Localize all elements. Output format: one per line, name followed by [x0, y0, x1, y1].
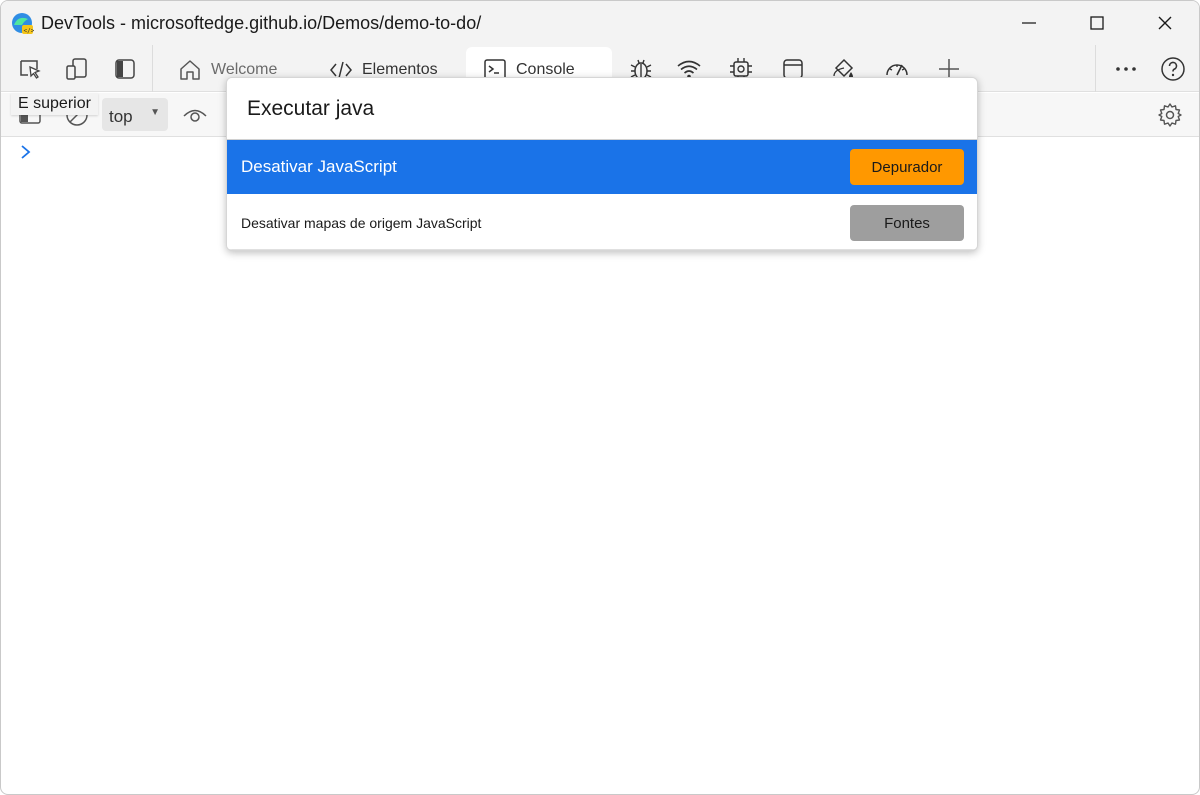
command-category-badge: Fontes	[850, 205, 964, 241]
minimize-icon	[1022, 22, 1036, 24]
svg-text:</>: </>	[24, 28, 35, 35]
maximize-icon	[1090, 16, 1104, 30]
help-button[interactable]	[1159, 55, 1187, 83]
devtools-window: </> DevTools - microsoftedge.github.io/D…	[0, 0, 1200, 795]
close-icon	[1158, 16, 1172, 30]
tab-separator	[1095, 45, 1096, 92]
help-icon	[1161, 57, 1185, 81]
device-icon	[66, 58, 87, 80]
live-expression-button[interactable]	[181, 101, 209, 129]
chevron-down-icon: ▼	[150, 107, 160, 118]
device-emulation-button[interactable]	[63, 55, 91, 83]
home-icon	[180, 59, 200, 80]
javascript-context-select[interactable]: top ▼	[102, 98, 168, 131]
command-item-label: Desativar mapas de origem JavaScript	[241, 214, 482, 231]
command-item-disable-javascript[interactable]: Desativar JavaScript Depurador	[227, 140, 977, 194]
more-horizontal-icon	[1116, 67, 1136, 71]
tab-elements-label: Elementos	[362, 60, 438, 78]
context-value: top	[109, 107, 133, 126]
console-settings-button[interactable]	[1156, 101, 1184, 129]
command-menu-input[interactable]	[227, 78, 977, 140]
gear-icon	[1158, 103, 1182, 127]
customize-devtools-button[interactable]	[1112, 55, 1140, 83]
tab-separator	[152, 45, 153, 92]
eye-icon	[183, 109, 207, 122]
dock-side-button[interactable]	[111, 55, 139, 83]
title-bar: </> DevTools - microsoftedge.github.io/D…	[1, 1, 1199, 45]
window-title: DevTools - microsoftedge.github.io/Demos…	[41, 13, 482, 33]
context-tooltip: E superior	[11, 93, 98, 115]
minimize-button[interactable]	[995, 1, 1063, 45]
inspect-icon	[20, 60, 41, 79]
inspect-element-button[interactable]	[16, 55, 44, 83]
edge-devtools-app-icon: </>	[12, 13, 35, 35]
command-item-label: Desativar JavaScript	[241, 157, 397, 176]
tab-console-label: Console	[516, 60, 575, 78]
tab-welcome-label: Welcome	[211, 60, 278, 78]
console-prompt-icon	[21, 145, 31, 159]
close-window-button[interactable]	[1131, 1, 1199, 45]
command-category-badge: Depurador	[850, 149, 964, 185]
sidebar-toggle-icon	[115, 59, 135, 79]
command-menu: Desativar JavaScript Depurador Desativar…	[226, 77, 978, 251]
maximize-button[interactable]	[1063, 1, 1131, 45]
command-item-disable-source-maps[interactable]: Desativar mapas de origem JavaScript Fon…	[227, 196, 977, 250]
